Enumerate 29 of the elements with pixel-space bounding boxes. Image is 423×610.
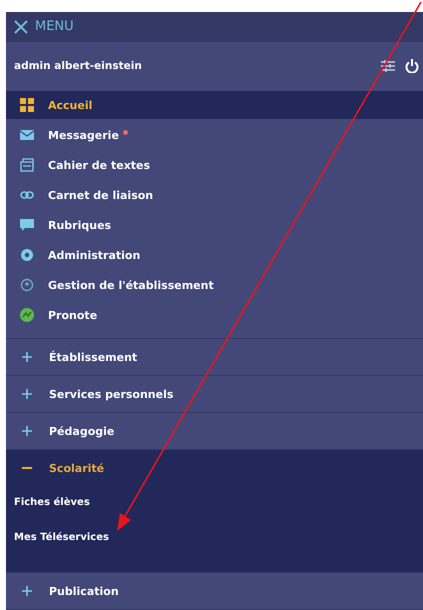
plus-icon xyxy=(22,352,32,362)
nav-item[interactable]: Accueil xyxy=(6,91,423,119)
grid-icon xyxy=(20,98,34,112)
nav-item[interactable]: Carnet de liaison xyxy=(6,180,423,210)
nav-item[interactable]: Gestion de l'établissement xyxy=(6,270,423,300)
chat-icon xyxy=(20,218,34,232)
nav-item[interactable]: Rubriques xyxy=(6,210,423,240)
submenu-item[interactable]: Fiches élèves xyxy=(14,496,90,510)
close-icon[interactable] xyxy=(14,20,28,34)
nav-item[interactable]: Administration xyxy=(6,240,423,270)
nav-item[interactable]: Pronote xyxy=(6,300,423,330)
section-header[interactable]: Établissement xyxy=(6,339,423,375)
section-header[interactable]: Publication xyxy=(6,573,423,609)
nav-item[interactable]: Messagerie xyxy=(6,120,423,150)
nav-item[interactable]: Cahier de textes xyxy=(6,150,423,180)
notebook-icon xyxy=(20,158,34,172)
submenu-item[interactable]: Mes Téléservices xyxy=(14,531,109,545)
envelope-icon xyxy=(20,128,34,142)
plus-icon xyxy=(22,586,32,596)
section-header[interactable]: Pédagogie xyxy=(6,413,423,449)
link-icon xyxy=(20,188,34,202)
section-header[interactable]: Services personnels xyxy=(6,376,423,412)
plus-icon xyxy=(22,389,32,399)
plus-icon xyxy=(22,426,32,436)
user-name: admin albert-einstein xyxy=(14,60,143,72)
power-icon[interactable] xyxy=(405,59,419,74)
sliders-icon[interactable] xyxy=(381,60,395,72)
section-header[interactable]: Scolarité xyxy=(6,450,423,486)
menu-title: MENU xyxy=(35,19,74,34)
